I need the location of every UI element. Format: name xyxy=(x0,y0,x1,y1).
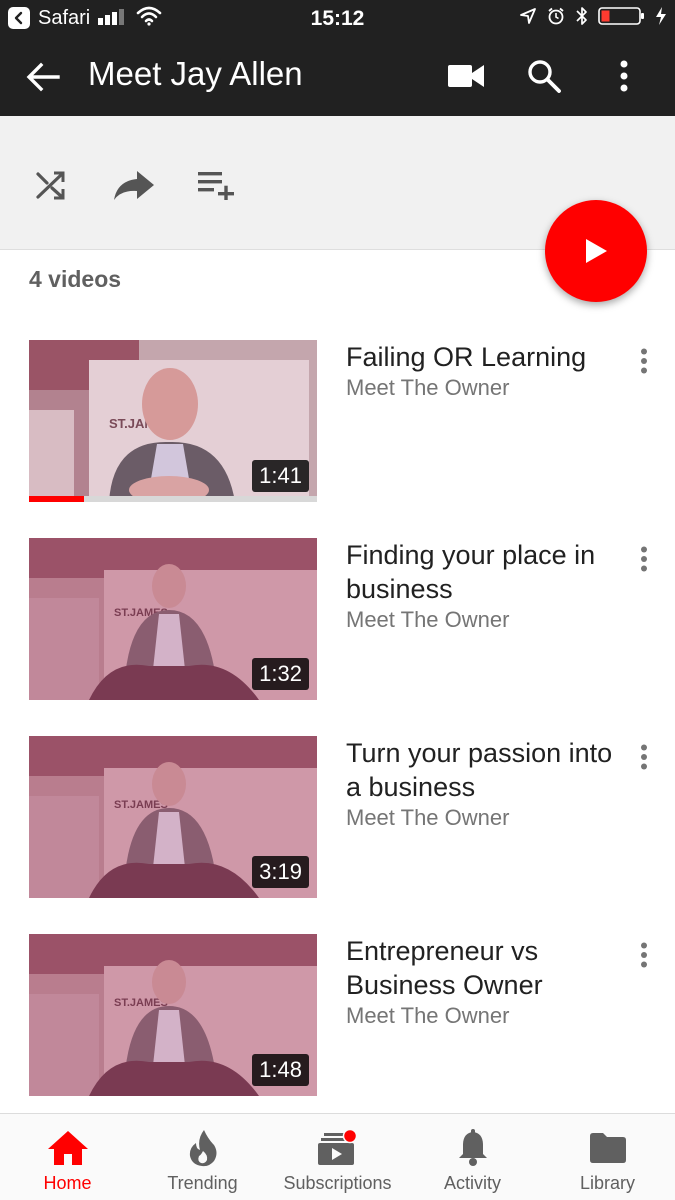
flame-icon xyxy=(135,1128,270,1168)
video-title: Entrepreneur vs Business Owner xyxy=(346,936,543,1000)
video-info[interactable]: Turn your passion into a business Meet T… xyxy=(346,736,631,832)
video-title: Finding your place in business xyxy=(346,540,596,604)
video-thumbnail[interactable]: ST.JAMES 1:41 xyxy=(29,340,317,502)
video-thumbnail[interactable]: ST.JAMES 1:32 xyxy=(29,538,317,700)
alarm-icon xyxy=(546,6,566,31)
more-vert-icon[interactable] xyxy=(632,544,656,574)
youtube-playlist-screen: Safari 15:12 Meet Jay Allen 4 videos ST.… xyxy=(0,0,675,1200)
nav-home[interactable]: Home xyxy=(0,1114,135,1200)
more-vert-icon[interactable] xyxy=(632,940,656,970)
nav-label: Activity xyxy=(443,1173,501,1193)
nav-trending[interactable]: Trending xyxy=(135,1114,270,1200)
shuffle-icon[interactable] xyxy=(29,163,73,207)
video-info[interactable]: Entrepreneur vs Business Owner Meet The … xyxy=(346,934,631,1030)
folder-icon xyxy=(540,1128,675,1168)
nav-label: Trending xyxy=(167,1173,238,1193)
video-title: Turn your passion into a business xyxy=(346,738,613,802)
charging-icon xyxy=(655,6,667,31)
video-channel: Meet The Owner xyxy=(346,607,510,632)
battery-icon xyxy=(598,6,646,31)
page-title: Meet Jay Allen xyxy=(88,55,303,92)
location-icon xyxy=(519,7,537,30)
add-to-playlist-icon[interactable] xyxy=(194,163,238,207)
home-icon xyxy=(0,1128,135,1168)
nav-label: Home xyxy=(43,1173,92,1193)
nav-library[interactable]: Library xyxy=(540,1114,675,1200)
status-bar: Safari 15:12 xyxy=(0,0,675,36)
watch-progress-bar xyxy=(29,496,317,502)
video-duration: 3:19 xyxy=(252,856,309,888)
more-vert-icon[interactable] xyxy=(604,56,644,96)
nav-label: Library xyxy=(579,1173,636,1193)
video-info[interactable]: Failing OR Learning Meet The Owner xyxy=(346,340,631,402)
video-thumbnail[interactable]: ST.JAMES 3:19 xyxy=(29,736,317,898)
video-channel: Meet The Owner xyxy=(346,375,510,400)
video-duration: 1:48 xyxy=(252,1054,309,1086)
video-channel: Meet The Owner xyxy=(346,805,510,830)
more-vert-icon[interactable] xyxy=(632,742,656,772)
back-arrow-icon[interactable] xyxy=(24,58,62,96)
video-item[interactable]: ST.JAMES 1:41 Failing OR Learning Meet T… xyxy=(0,340,675,505)
bottom-nav: Home Trending Subscriptions Activity Lib… xyxy=(0,1113,675,1200)
video-channel: Meet The Owner xyxy=(346,1003,510,1028)
video-count: 4 videos xyxy=(29,266,122,292)
bell-icon xyxy=(405,1128,540,1168)
video-duration: 1:32 xyxy=(252,658,309,690)
bluetooth-icon xyxy=(575,6,589,31)
camera-icon[interactable] xyxy=(446,56,486,96)
nav-label: Subscriptions xyxy=(283,1173,392,1193)
more-vert-icon[interactable] xyxy=(632,346,656,376)
subscriptions-icon xyxy=(270,1128,405,1168)
video-title: Failing OR Learning xyxy=(346,342,587,372)
video-info[interactable]: Finding your place in business Meet The … xyxy=(346,538,631,634)
video-duration: 1:41 xyxy=(252,460,309,492)
video-item[interactable]: ST.JAMES 1:32 Finding your place in busi… xyxy=(0,538,675,703)
nav-activity[interactable]: Activity xyxy=(405,1114,540,1200)
video-item[interactable]: ST.JAMES 3:19 Turn your passion into a b… xyxy=(0,736,675,901)
video-item[interactable]: ST.JAMES 1:48 Entrepreneur vs Business O… xyxy=(0,934,675,1099)
share-icon[interactable] xyxy=(112,163,156,207)
video-thumbnail[interactable]: ST.JAMES 1:48 xyxy=(29,934,317,1096)
play-all-icon[interactable] xyxy=(545,200,647,302)
status-right xyxy=(519,6,667,30)
app-bar: Meet Jay Allen xyxy=(0,36,675,116)
search-icon[interactable] xyxy=(524,56,564,96)
nav-subscriptions[interactable]: Subscriptions xyxy=(270,1114,405,1200)
watch-progress-fill xyxy=(29,496,84,502)
